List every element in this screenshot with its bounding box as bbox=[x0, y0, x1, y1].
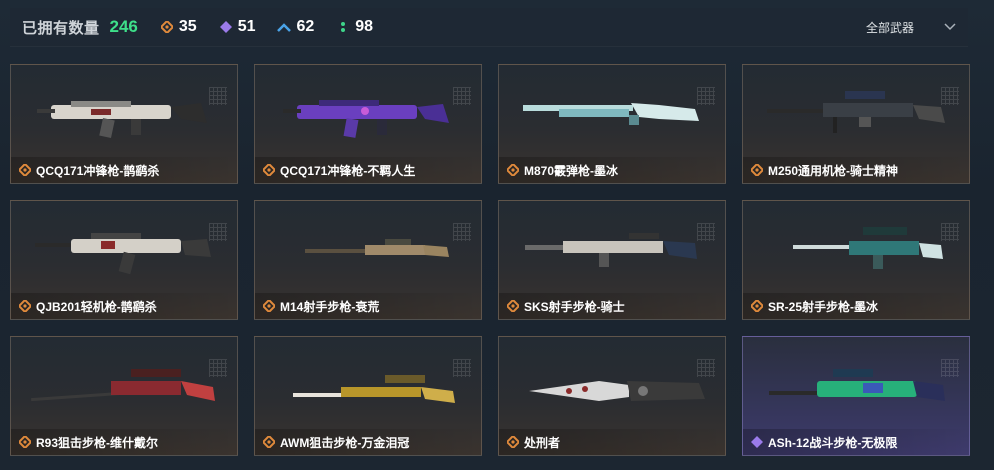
weapon-name-bar: ASh-12战斗步枪-无极限 bbox=[743, 429, 969, 455]
weapon-name-bar: SKS射手步枪-骑士 bbox=[499, 293, 725, 319]
weapon-image bbox=[283, 100, 449, 138]
weapon-card[interactable]: QJB201轻机枪-鹊鹞杀 bbox=[10, 200, 238, 320]
weapon-name: SKS射手步枪-骑士 bbox=[524, 299, 625, 314]
weapon-grid: QCQ171冲锋枪-鹊鹞杀 QCQ171冲锋枪-不羁人生 M870霰弹枪-墨冰 … bbox=[10, 64, 970, 466]
stat-blue-value: 62 bbox=[296, 18, 315, 35]
weapon-image bbox=[35, 233, 211, 275]
chevron-down-icon bbox=[944, 23, 956, 31]
weapon-name-bar: M14射手步枪-衰荒 bbox=[255, 293, 481, 319]
weapon-card[interactable]: M250通用机枪-骑士精神 bbox=[742, 64, 970, 184]
stat-purple: 51 bbox=[219, 18, 256, 36]
weapon-name: SR-25射手步枪-墨冰 bbox=[768, 299, 879, 314]
weapon-image bbox=[293, 375, 455, 403]
orange-diamond-icon bbox=[263, 436, 275, 448]
orange-diamond-icon bbox=[19, 300, 31, 312]
weapon-card[interactable]: SKS射手步枪-骑士 bbox=[498, 200, 726, 320]
purple-diamond-icon bbox=[751, 436, 763, 448]
stat-green-value: 98 bbox=[355, 18, 374, 35]
orange-diamond-icon bbox=[507, 164, 519, 176]
weapon-name: QJB201轻机枪-鹊鹞杀 bbox=[36, 299, 157, 314]
weapon-name-bar: R93狙击步枪-维什戴尔 bbox=[11, 429, 237, 455]
weapon-name-bar: QJB201轻机枪-鹊鹞杀 bbox=[11, 293, 237, 319]
weapon-name-bar: 处刑者 bbox=[499, 429, 725, 455]
weapon-name-bar: SR-25射手步枪-墨冰 bbox=[743, 293, 969, 319]
weapon-name-bar: AWM狙击步枪-万金泪冠 bbox=[255, 429, 481, 455]
stat-blue: 62 bbox=[277, 18, 314, 36]
blue-chevron-icon bbox=[277, 20, 292, 34]
orange-diamond-icon bbox=[751, 300, 763, 312]
weapon-card[interactable]: AWM狙击步枪-万金泪冠 bbox=[254, 336, 482, 456]
weapon-image bbox=[769, 369, 945, 401]
weapon-name: AWM狙击步枪-万金泪冠 bbox=[280, 435, 410, 450]
stat-purple-value: 51 bbox=[237, 18, 256, 35]
weapon-name: QCQ171冲锋枪-鹊鹞杀 bbox=[36, 163, 160, 178]
weapon-name: ASh-12战斗步枪-无极限 bbox=[768, 435, 898, 450]
weapon-name-bar: QCQ171冲锋枪-不羁人生 bbox=[255, 157, 481, 183]
orange-diamond-icon bbox=[19, 436, 31, 448]
weapon-name: R93狙击步枪-维什戴尔 bbox=[36, 435, 159, 450]
weapon-name: 处刑者 bbox=[524, 435, 561, 450]
weapon-name: QCQ171冲锋枪-不羁人生 bbox=[280, 163, 416, 178]
weapon-image bbox=[31, 369, 215, 402]
weapon-filter-dropdown[interactable]: 全部武器 bbox=[848, 8, 968, 46]
weapon-filter-label: 全部武器 bbox=[865, 20, 914, 35]
weapon-card[interactable]: 处刑者 bbox=[498, 336, 726, 456]
weapon-card[interactable]: QCQ171冲锋枪-鹊鹞杀 bbox=[10, 64, 238, 184]
weapon-card[interactable]: QCQ171冲锋枪-不羁人生 bbox=[254, 64, 482, 184]
orange-diamond-icon bbox=[507, 436, 519, 448]
weapon-image bbox=[523, 103, 699, 125]
weapon-image bbox=[767, 91, 945, 133]
orange-diamond-icon bbox=[263, 164, 275, 176]
weapon-card[interactable]: ASh-12战斗步枪-无极限 bbox=[742, 336, 970, 456]
weapon-card[interactable]: M870霰弹枪-墨冰 bbox=[498, 64, 726, 184]
weapon-card[interactable]: M14射手步枪-衰荒 bbox=[254, 200, 482, 320]
stat-orange: 35 bbox=[160, 18, 197, 36]
weapon-image bbox=[305, 239, 449, 257]
stat-orange-value: 35 bbox=[178, 18, 197, 35]
orange-diamond-icon bbox=[751, 164, 763, 176]
weapon-name-bar: M870霰弹枪-墨冰 bbox=[499, 157, 725, 183]
weapon-name: M14射手步枪-衰荒 bbox=[280, 299, 380, 314]
stat-green: 98 bbox=[336, 18, 373, 36]
weapon-image bbox=[37, 101, 207, 139]
weapon-image bbox=[793, 227, 943, 269]
weapon-name: M870霰弹枪-墨冰 bbox=[524, 163, 619, 178]
purple-diamond-icon bbox=[219, 20, 233, 34]
weapon-name-bar: QCQ171冲锋枪-鹊鹞杀 bbox=[11, 157, 237, 183]
orange-diamond-icon bbox=[263, 300, 275, 312]
weapon-name: M250通用机枪-骑士精神 bbox=[768, 163, 899, 178]
weapon-image bbox=[525, 233, 697, 267]
orange-diamond-icon bbox=[19, 164, 31, 176]
owned-count: 246 bbox=[109, 17, 138, 36]
owned-label: 已拥有数量 bbox=[22, 19, 100, 37]
weapon-card[interactable]: SR-25射手步枪-墨冰 bbox=[742, 200, 970, 320]
orange-diamond-icon bbox=[507, 300, 519, 312]
weapon-name-bar: M250通用机枪-骑士精神 bbox=[743, 157, 969, 183]
header-bar: 已拥有数量 246 35 51 62 98 全部武器 bbox=[10, 8, 968, 47]
weapon-image bbox=[529, 381, 705, 401]
orange-diamond-icon bbox=[160, 20, 174, 34]
green-dots-icon bbox=[336, 20, 350, 34]
weapon-card[interactable]: R93狙击步枪-维什戴尔 bbox=[10, 336, 238, 456]
